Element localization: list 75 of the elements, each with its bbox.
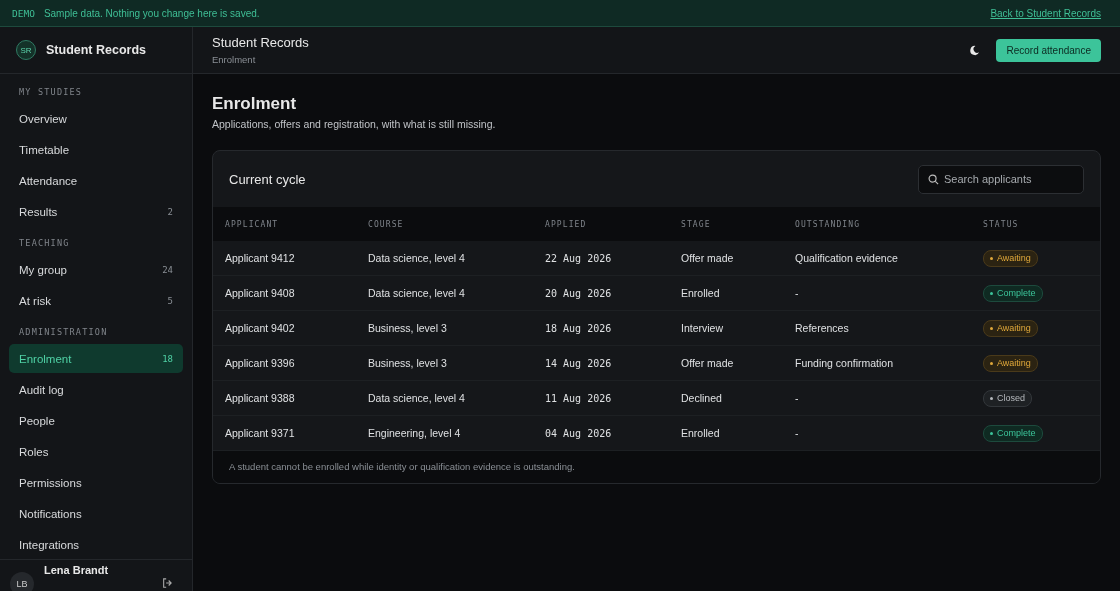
table-cell-text: - bbox=[795, 427, 800, 439]
section-heading: TEACHING bbox=[18, 237, 71, 250]
column-header: STAGE bbox=[681, 219, 712, 229]
table-cell-text: Business, level 3 bbox=[368, 357, 448, 369]
sign-out-icon[interactable] bbox=[162, 578, 172, 588]
table-cell-text: Enrolled bbox=[681, 287, 721, 299]
search-field[interactable]: Search applicants bbox=[918, 164, 1084, 194]
footnote: A student cannot be enrolled while identity or qualification evidence is outstanding. bbox=[213, 451, 1100, 483]
table-cell-text: - bbox=[795, 287, 800, 299]
table-cell-text: Data science, level 4 bbox=[368, 392, 466, 404]
table-cell-text: Applicant 9402 bbox=[225, 322, 296, 334]
table-cell-text: Funding confirmation bbox=[795, 357, 895, 369]
status-pill: Awaiting bbox=[983, 354, 1038, 372]
sidebar-item[interactable]: Notifications bbox=[9, 499, 183, 528]
sidebar-item[interactable]: Integrations bbox=[9, 530, 183, 559]
sidebar-item[interactable]: Permissions bbox=[9, 468, 183, 497]
column-header: COURSE bbox=[368, 219, 405, 229]
brand-name: Student Records bbox=[46, 43, 146, 57]
sidebar-item[interactable]: Timetable bbox=[9, 135, 183, 164]
sidebar-item[interactable]: Overview bbox=[9, 104, 183, 133]
section-heading: MY STUDIES bbox=[18, 86, 84, 99]
banner-message: Sample data. Nothing you change here is saved. bbox=[43, 7, 260, 19]
sidebar-item[interactable]: Enrolment 18 bbox=[9, 344, 183, 373]
sidebar-item[interactable]: Attendance bbox=[9, 166, 183, 195]
sidebar-item[interactable]: People bbox=[9, 406, 183, 435]
column-header: STATUS bbox=[983, 219, 1020, 229]
status-pill: Complete bbox=[983, 424, 1043, 442]
sidebar-item[interactable]: Audit log bbox=[9, 375, 183, 404]
card-title: Current cycle bbox=[229, 171, 306, 187]
table-cell-text: Applicant 9396 bbox=[225, 357, 296, 369]
table-cell-text: Interview bbox=[681, 322, 724, 334]
demo-tag: DEMO bbox=[12, 7, 35, 19]
table-cell-text: Applicant 9408 bbox=[225, 287, 296, 299]
table-cell-text: Business, level 3 bbox=[368, 322, 448, 334]
column-header: OUTSTANDING bbox=[795, 219, 862, 229]
table-cell-text: Offer made bbox=[681, 357, 735, 369]
sidebar-item[interactable]: At risk 5 bbox=[9, 286, 183, 315]
table-cell-text: 14 Aug 2026 bbox=[545, 357, 613, 369]
breadcrumb: Enrolment bbox=[212, 54, 257, 65]
table-cell-text: Enrolled bbox=[681, 427, 721, 439]
user-avatar: LB bbox=[10, 572, 34, 591]
moon-icon[interactable] bbox=[969, 44, 981, 56]
column-header: APPLICANT bbox=[225, 219, 280, 229]
section-heading: ADMINISTRATION bbox=[18, 326, 109, 339]
table-cell-text: 18 Aug 2026 bbox=[545, 322, 613, 334]
table-cell-text: 20 Aug 2026 bbox=[545, 287, 613, 299]
sidebar-item[interactable]: My group 24 bbox=[9, 255, 183, 284]
header-title: Student Records bbox=[212, 35, 310, 50]
table-cell-text: References bbox=[795, 322, 850, 334]
sidebar-item[interactable]: Roles bbox=[9, 437, 183, 466]
table-cell-text: 11 Aug 2026 bbox=[545, 392, 613, 404]
table-cell-text: Declined bbox=[681, 392, 723, 404]
user-name: Lena Brandt bbox=[44, 564, 109, 576]
status-pill: Awaiting bbox=[983, 319, 1038, 337]
page-title: Enrolment bbox=[212, 94, 298, 114]
table-cell-text: 22 Aug 2026 bbox=[545, 252, 613, 264]
table-cell-text: Offer made bbox=[681, 252, 735, 264]
table-cell-text: - bbox=[795, 392, 800, 404]
table-cell-text: Data science, level 4 bbox=[368, 252, 466, 264]
sidebar-item[interactable]: Results 2 bbox=[9, 197, 183, 226]
table-cell-text: 04 Aug 2026 bbox=[545, 427, 613, 439]
table-cell-text: Applicant 9388 bbox=[225, 392, 296, 404]
column-header: APPLIED bbox=[545, 219, 588, 229]
page-description: Applications, offers and registration, with what is still missing. bbox=[212, 118, 497, 130]
table-cell-text: Data science, level 4 bbox=[368, 287, 466, 299]
status-pill: Closed bbox=[983, 389, 1032, 407]
table-cell-text: Applicant 9371 bbox=[225, 427, 296, 439]
status-pill: Awaiting bbox=[983, 249, 1038, 267]
status-pill: Complete bbox=[983, 284, 1043, 302]
table-cell-text: Qualification evidence bbox=[795, 252, 899, 264]
record-attendance-button[interactable]: Record attendance bbox=[996, 38, 1101, 62]
brand-avatar: SR bbox=[16, 40, 36, 60]
table-cell-text: Applicant 9412 bbox=[225, 252, 296, 264]
back-link[interactable]: Back to Student Records bbox=[990, 7, 1101, 19]
table-cell-text: Engineering, level 4 bbox=[368, 427, 462, 439]
